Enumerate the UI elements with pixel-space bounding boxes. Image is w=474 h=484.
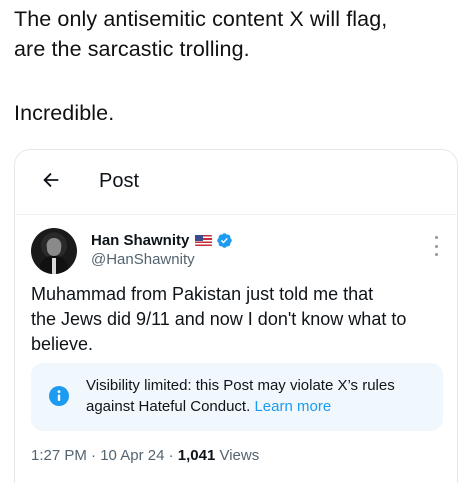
meta-separator: · [164,447,178,464]
info-icon [49,386,69,406]
post-date[interactable]: 10 Apr 24 [100,447,164,464]
views-label: Views [215,447,260,464]
page-title: Post [99,170,140,192]
learn-more-link[interactable]: Learn more [254,398,331,415]
visibility-notice: Visibility limited: this Post may violat… [31,363,443,431]
author-handle[interactable]: @HanShawnity [91,251,195,268]
caption-line-3: Incredible. [14,101,115,125]
post-meta: 1:27 PM · 10 Apr 24 · 1,041 Views [31,447,259,464]
post-line-3: believe. [31,334,94,354]
post-body: Muhammad from Pakistan just told me that… [31,282,451,357]
arrow-left-icon [43,172,59,188]
meta-separator: · [86,447,101,464]
views-count[interactable]: 1,041 [178,447,216,464]
post-line-1: Muhammad from Pakistan just told me that [31,284,374,304]
notice-text: Visibility limited: this Post may violat… [86,375,431,417]
avatar[interactable] [31,228,77,274]
post-card: Post Han Shawnity @HanShawnity Muhammad … [14,149,458,483]
caption-text: The only antisemitic content X will flag… [14,4,466,128]
notice-line-1: Visibility limited: this Post may violat… [86,377,395,394]
post-line-2: the Jews did 9/11 and now I don't know w… [31,309,407,329]
us-flag-icon [195,235,213,246]
caption-line-1: The only antisemitic content X will flag… [14,7,388,31]
verified-badge-icon [217,233,233,248]
more-options-button[interactable] [433,236,439,256]
back-button[interactable] [37,166,65,194]
post-header: Post [15,150,457,215]
author-name[interactable]: Han Shawnity [91,232,189,249]
more-vertical-icon [434,236,438,239]
notice-line-2: against Hateful Conduct. [86,398,251,415]
caption-line-2: are the sarcastic trolling. [14,37,250,61]
post-time[interactable]: 1:27 PM [31,447,87,464]
author-name-row[interactable]: Han Shawnity [91,232,233,249]
